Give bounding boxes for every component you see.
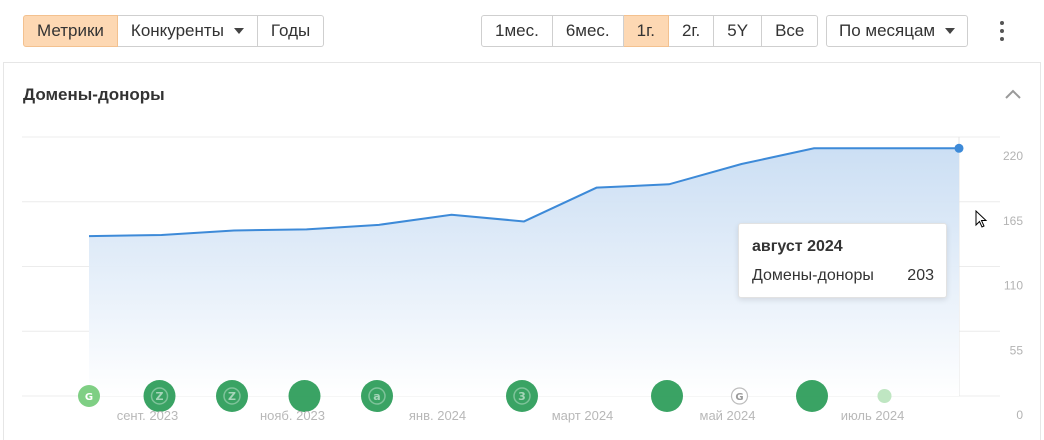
y-tick-label: 55 (1010, 343, 1024, 357)
event-marker-letter: a (373, 390, 380, 403)
event-marker (796, 380, 828, 412)
chart-tooltip: август 2024 Домены-доноры 203 (738, 223, 947, 298)
tooltip-title: август 2024 (752, 238, 843, 255)
x-tick-label: янв. 2024 (409, 408, 466, 423)
y-tick-label: 110 (1004, 279, 1023, 293)
tooltip-label: Домены-доноры (752, 267, 874, 284)
tooltip-value: 203 (907, 267, 934, 284)
event-marker-letter: G (735, 392, 743, 403)
mouse-pointer-icon (975, 210, 988, 228)
x-tick-label: июль 2024 (841, 408, 905, 423)
event-marker-letter: Z (228, 390, 236, 403)
event-marker-letter: 3 (518, 390, 526, 403)
highlight-point (954, 143, 964, 153)
x-tick-label: май 2024 (700, 408, 756, 423)
event-marker-letter: G (85, 392, 93, 403)
y-tick-label: 0 (1016, 408, 1023, 422)
event-marker (877, 389, 892, 403)
event-marker (651, 380, 683, 412)
y-tick-label: 165 (1003, 214, 1023, 228)
x-tick-label: март 2024 (552, 408, 614, 423)
referring-domains-chart: G Z Za 3 G сент. 2023 нояб. 2023 янв. 2024 март… (22, 136, 1024, 423)
x-tick-label: нояб. 2023 (260, 408, 325, 423)
x-tick-label: сент. 2023 (117, 408, 179, 423)
event-marker-letter: Z (156, 390, 164, 403)
y-tick-label: 220 (1003, 149, 1023, 163)
